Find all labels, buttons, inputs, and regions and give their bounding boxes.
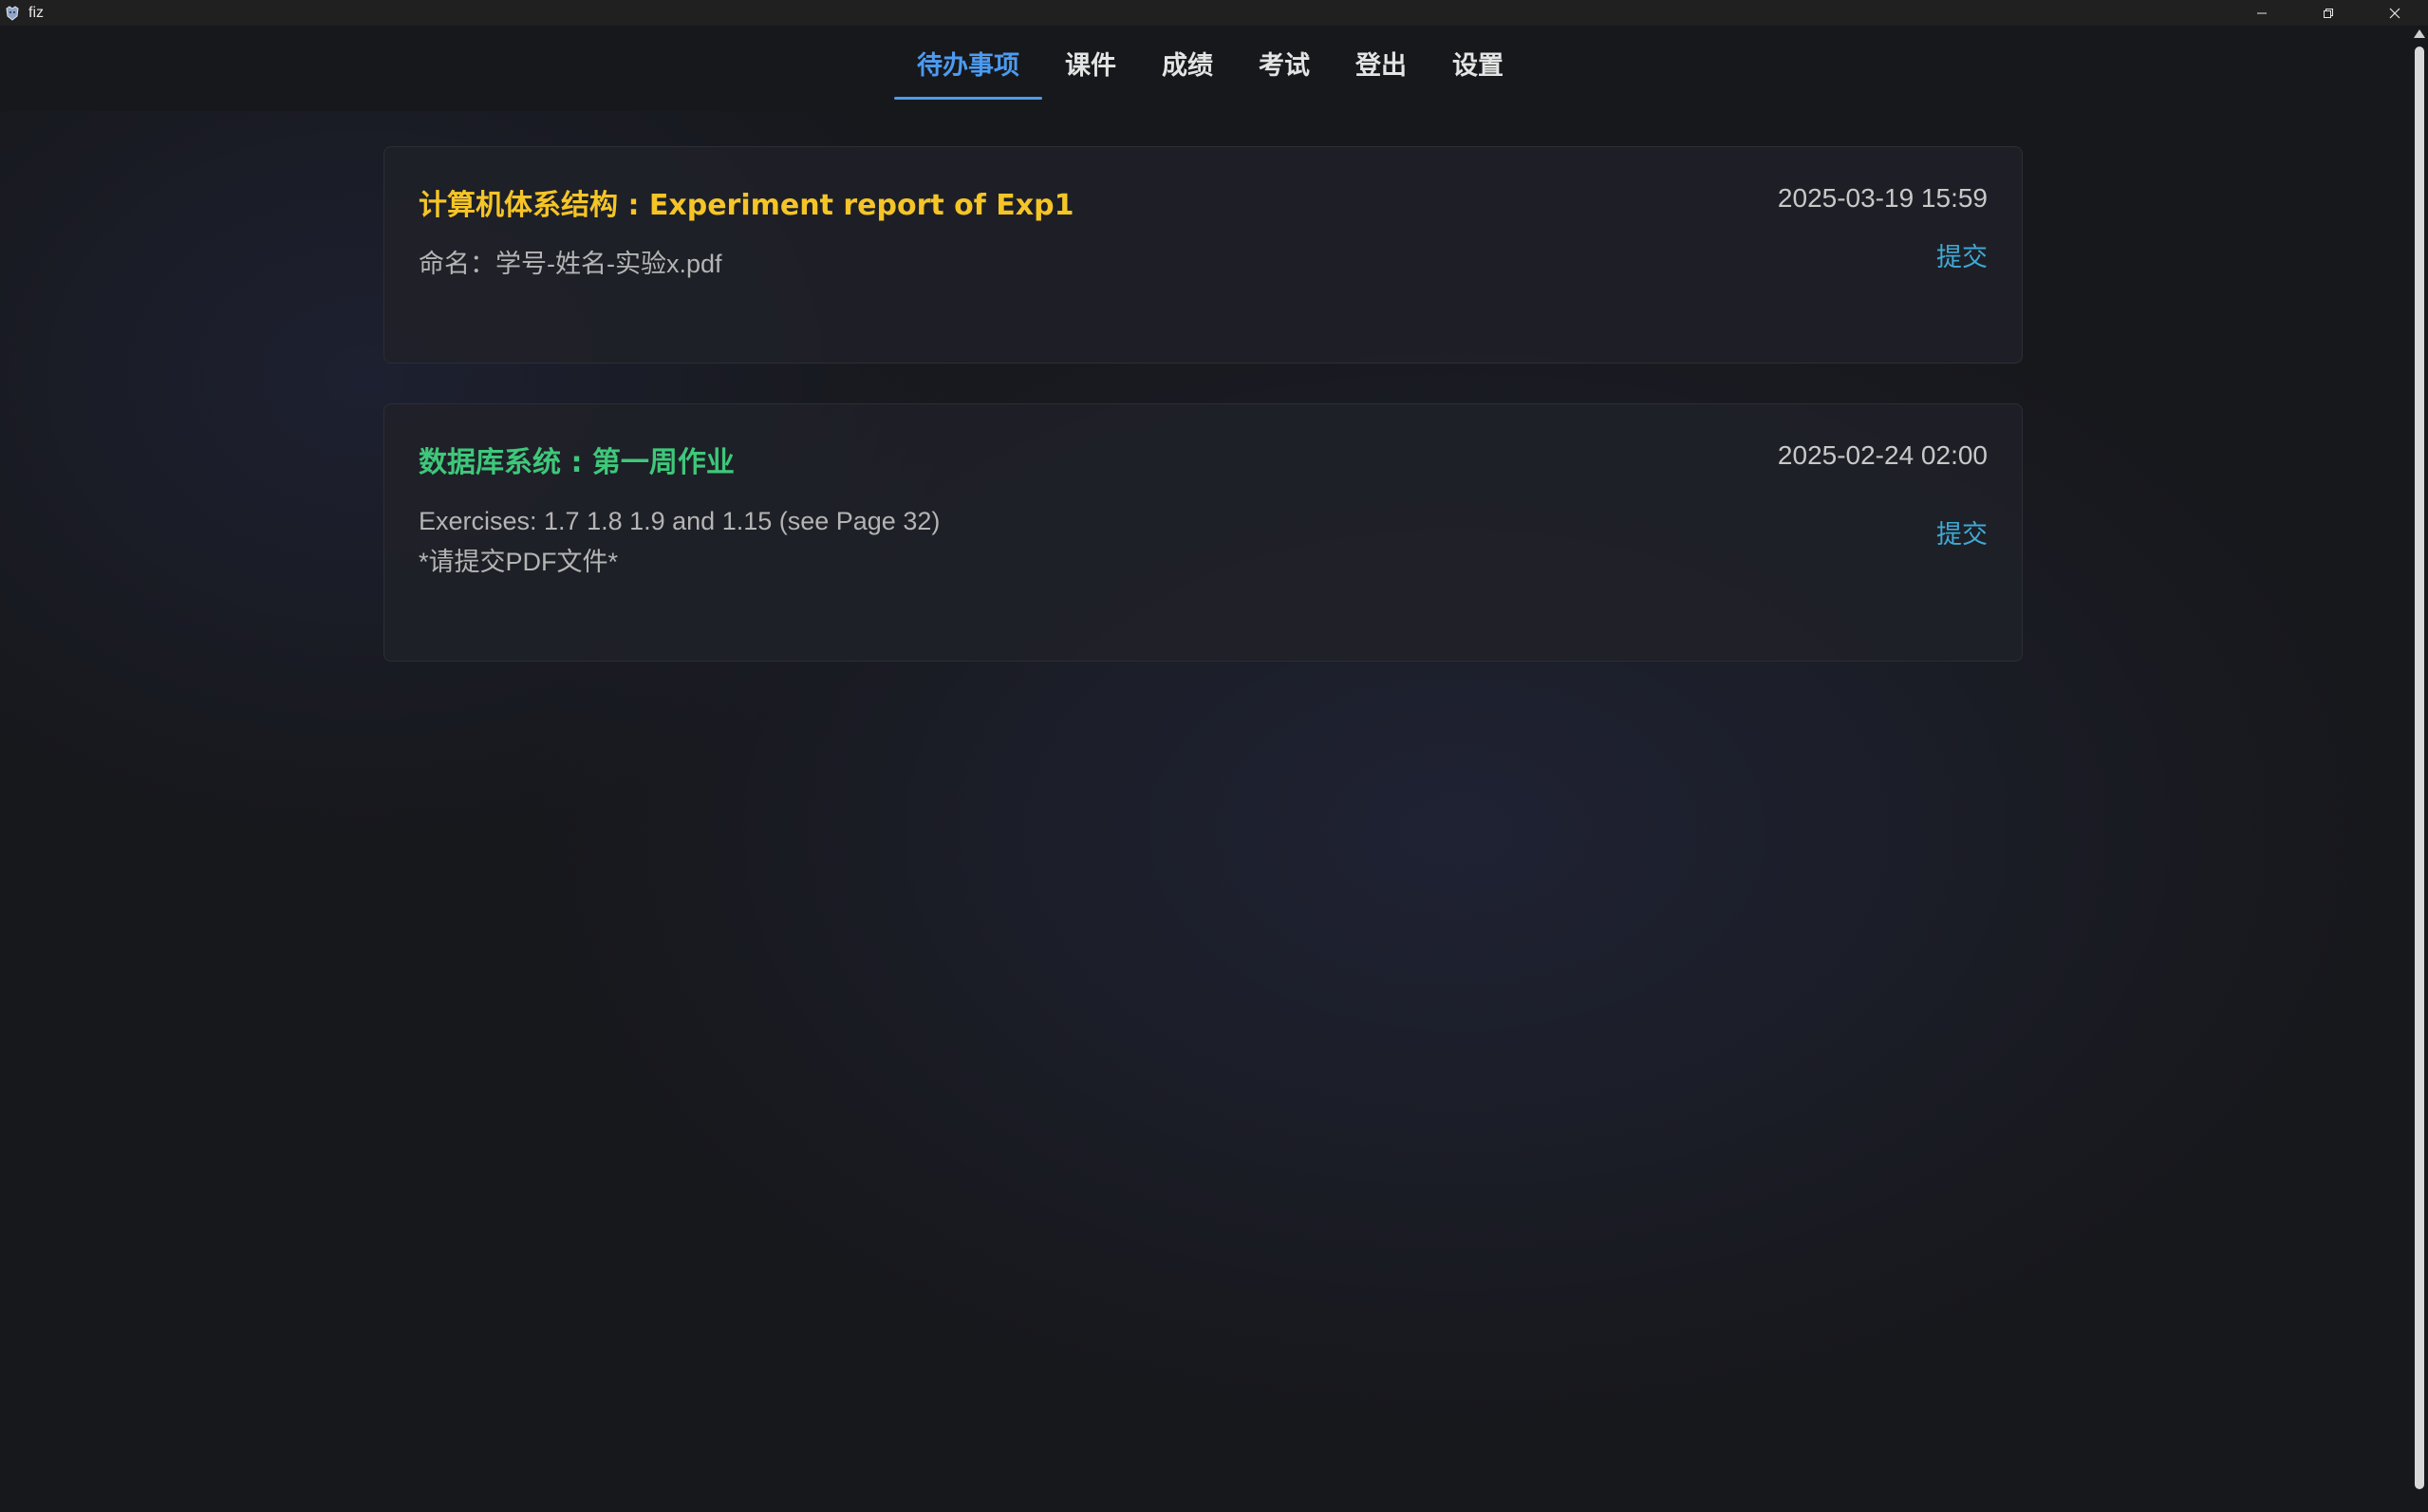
submit-link[interactable]: 提交 — [1936, 236, 1988, 273]
minimize-button[interactable] — [2229, 0, 2295, 26]
todo-description: Exercises: 1.7 1.8 1.9 and 1.15 (see Pag… — [419, 501, 1988, 583]
tab-courseware[interactable]: 课件 — [1042, 26, 1139, 100]
title-bar: fiz — [0, 0, 2428, 26]
restore-button[interactable] — [2295, 0, 2362, 26]
scroll-up-arrow-icon[interactable] — [2414, 29, 2425, 38]
nav-tabs: 待办事项 课件 成绩 考试 登出 设置 — [894, 26, 1526, 100]
window-controls — [2229, 0, 2428, 26]
app-logo-icon — [4, 5, 21, 22]
tab-grades[interactable]: 成绩 — [1139, 26, 1236, 100]
tab-todo[interactable]: 待办事项 — [894, 26, 1042, 100]
minimize-icon — [2257, 12, 2267, 13]
tab-settings[interactable]: 设置 — [1429, 26, 1526, 100]
close-icon — [2389, 8, 2400, 18]
top-nav: 待办事项 课件 成绩 考试 登出 设置 — [0, 26, 2411, 111]
vertical-scrollbar[interactable] — [2411, 26, 2428, 1512]
todo-list: 计算机体系结构 : Experiment report of Exp1 2025… — [383, 146, 2023, 701]
window-title: fiz — [28, 4, 44, 21]
todo-deadline: 2025-03-19 15:59 — [1777, 183, 1988, 213]
tab-logout[interactable]: 登出 — [1333, 26, 1429, 100]
todo-description-line: Exercises: 1.7 1.8 1.9 and 1.15 (see Pag… — [419, 507, 941, 535]
todo-description-line: 命名：学号-姓名-实验x.pdf — [419, 250, 722, 278]
todo-title: 数据库系统 : 第一周作业 — [419, 446, 735, 479]
todo-deadline: 2025-02-24 02:00 — [1777, 440, 1988, 470]
tab-exams[interactable]: 考试 — [1236, 26, 1333, 100]
close-button[interactable] — [2362, 0, 2428, 26]
todo-description-line: *请提交PDF文件* — [419, 548, 619, 576]
submit-link[interactable]: 提交 — [1936, 513, 1988, 551]
restore-icon — [2324, 8, 2333, 18]
scroll-thumb[interactable] — [2415, 47, 2424, 1489]
todo-card: 计算机体系结构 : Experiment report of Exp1 2025… — [383, 146, 2023, 364]
todo-description: 命名：学号-姓名-实验x.pdf — [419, 244, 1988, 285]
todo-card: 数据库系统 : 第一周作业 2025-02-24 02:00 Exercises… — [383, 403, 2023, 662]
app-window: fiz 待办事项 课件 成绩 考试 登出 设置 计算机体系结构: Experi… — [0, 0, 2428, 1512]
todo-title: 计算机体系结构 : Experiment report of Exp1 — [419, 189, 1074, 222]
